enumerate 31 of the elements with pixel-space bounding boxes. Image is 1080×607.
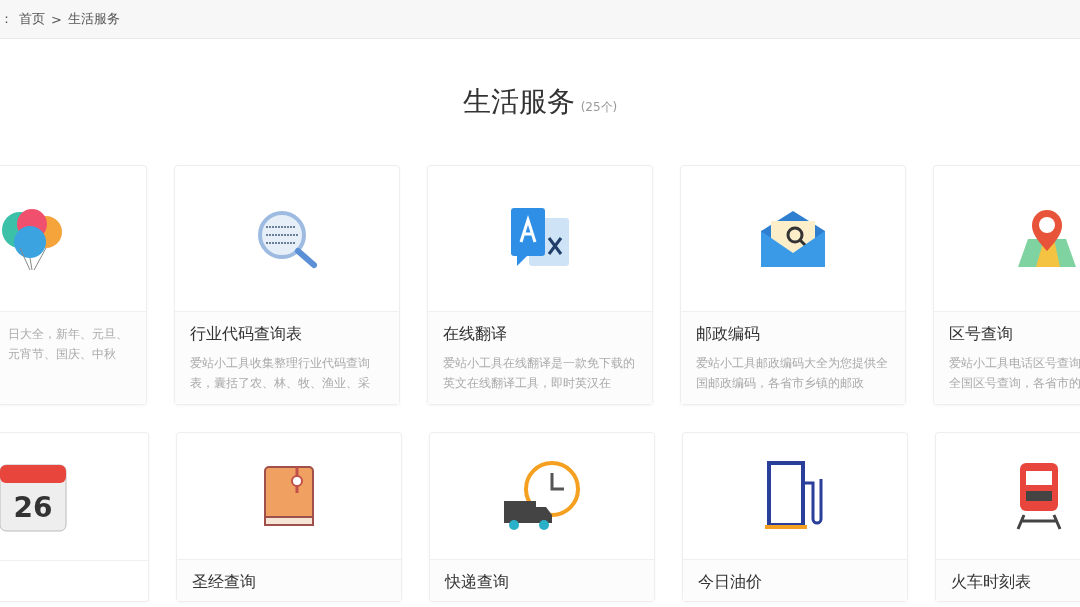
tool-card[interactable]: 区号查询 爱站小工具电话区号查询全国区号查询，各省市的 [933,165,1080,405]
card-title: 邮政编码 [696,324,761,345]
tool-card[interactable]: 火车时刻表 [935,432,1080,602]
tool-card[interactable]: 26 [0,432,149,602]
card-description: 爱站小工具收集整理行业代码查询表，囊括了农、林、牧、渔业、采 [190,355,371,392]
card-title: 火车时刻表 [951,572,1032,593]
card-description: 爱站小工具邮政编码大全为您提供全国邮政编码，各省市乡镇的邮政 [696,355,889,392]
card-title: 在线翻译 [443,324,508,345]
train-icon [1016,461,1062,531]
card-title: 区号查询 [949,324,1014,345]
tool-card[interactable]: 行业代码查询表 爱站小工具收集整理行业代码查询表，囊括了农、林、牧、渔业、采 [174,165,400,405]
tool-card[interactable]: 邮政编码 爱站小工具邮政编码大全为您提供全国邮政编码，各省市乡镇的邮政 [680,165,906,405]
breadcrumb-label: ： [0,10,13,28]
card-description: 爱站小工具在线翻译是一款免下载的英文在线翻译工具，即时英汉在 [443,355,636,392]
card-description: 爱站小工具电话区号查询全国区号查询，各省市的 [949,355,1080,392]
card-title: 今日油价 [698,572,763,593]
envelope-icon [759,208,827,269]
tool-card[interactable]: 圣经查询 [176,432,402,602]
tool-card[interactable]: 快递查询 [429,432,655,602]
truck-clock-icon [502,459,582,533]
card-title: 快递查询 [445,572,510,593]
breadcrumb-current: 生活服务 [67,10,120,28]
tool-card[interactable]: 今日油价 [682,432,908,602]
card-description: 日大全，新年、元旦、元宵节、国庆、中秋 [8,326,129,363]
breadcrumb-link[interactable]: 首页 [19,10,45,28]
card-title: 行业代码查询表 [190,324,303,345]
item-count: (25个) [580,99,618,116]
breadcrumb-separator: > [51,11,62,27]
tool-card[interactable]: 在线翻译 爱站小工具在线翻译是一款免下载的英文在线翻译工具，即时英汉在 [427,165,653,405]
page-title: 生活服务 [462,84,575,120]
card-title: 圣经查询 [192,572,257,593]
